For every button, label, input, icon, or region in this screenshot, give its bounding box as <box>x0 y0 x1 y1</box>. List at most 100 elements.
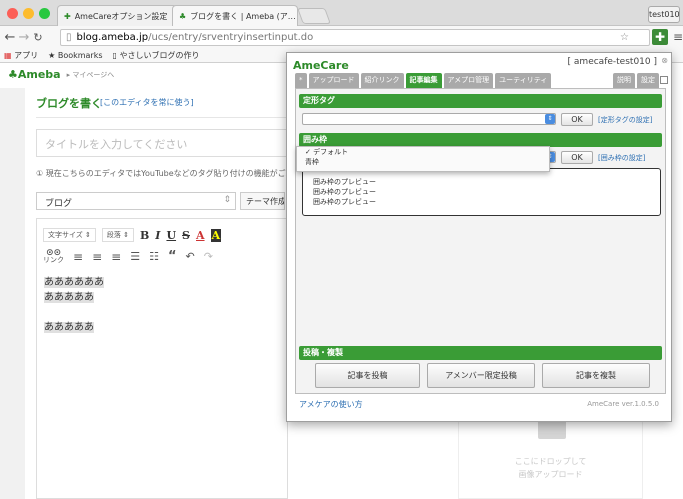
star-icon[interactable]: ☆ <box>620 32 629 43</box>
highlight-icon[interactable]: A <box>210 228 222 242</box>
tab-help[interactable]: 説明 <box>613 73 635 88</box>
reload-icon[interactable]: ↻ <box>31 31 45 44</box>
align-right-icon[interactable]: ≡ <box>111 250 121 264</box>
tab-label: AmeCareオプション設定 <box>74 11 168 21</box>
drop-zone-label: ここにドロップして 画像アップロード <box>514 457 587 479</box>
amecare-popup: AmeCare [ amecafe-test010 ] ⊗ * アップロード 紹… <box>286 52 672 422</box>
popup-tabs: * アップロード 紹介リンク 記事編集 アメプロ管理 ユーティリティ <box>295 73 552 88</box>
underline-icon[interactable]: U <box>166 229 176 242</box>
url-host: blog.ameba.jp <box>76 32 149 43</box>
profile-button[interactable]: test010 <box>648 6 680 23</box>
create-theme-button[interactable]: テーマ作成 <box>240 192 285 210</box>
article-edit-panel: 定形タグ ⇕ OK [定形タグの設定] 囲み枠 ⇕ OK [囲み枠の設定] 囲み… <box>295 88 666 394</box>
tab-star[interactable]: * <box>295 73 307 88</box>
close-window-button[interactable] <box>7 8 18 19</box>
amember-post-button[interactable]: アメンバー限定投稿 <box>427 363 535 388</box>
frame-ok-button[interactable]: OK <box>561 151 593 164</box>
popup-right-tabs: 説明 設定 <box>613 73 659 88</box>
undo-icon[interactable]: ↶ <box>185 250 194 263</box>
tab-label: ブログを書く | Ameba (ア… <box>190 11 296 21</box>
text-color-icon[interactable]: A <box>196 229 205 242</box>
body-line: あああああ <box>44 292 94 303</box>
redo-icon[interactable]: ↷ <box>204 250 213 263</box>
star-icon: ★ <box>48 50 56 60</box>
frame-preview: 囲み枠のプレビュー 囲み枠のプレビュー 囲み枠のプレビュー <box>302 168 661 216</box>
post-article-button[interactable]: 記事を投稿 <box>315 363 420 388</box>
zoom-window-button[interactable] <box>39 8 50 19</box>
section-header-frame: 囲み枠 <box>299 133 662 147</box>
chevron-updown-icon: ⇕ <box>545 114 555 124</box>
bookmark-apps[interactable]: ▦ アプリ <box>4 50 38 61</box>
url-path: /ucs/entry/srventryinsertinput.do <box>148 32 314 43</box>
tab-settings[interactable]: 設定 <box>637 73 659 88</box>
popup-user: [ amecafe-test010 ] <box>567 57 657 67</box>
quote-icon[interactable]: “ <box>168 249 177 264</box>
title-input[interactable]: タイトルを入力してください <box>36 129 288 157</box>
bookmark-easy-blog[interactable]: ▯ やさしいブログの作り <box>113 50 200 61</box>
version-label: AmeCare ver.1.0.5.0 <box>587 400 659 408</box>
bold-icon[interactable]: B <box>140 229 149 242</box>
template-settings-link[interactable]: [定形タグの設定] <box>598 115 652 125</box>
bullet-list-icon[interactable]: ☰ <box>130 250 140 263</box>
pin-checkbox[interactable] <box>660 76 668 84</box>
page-icon: ▯ <box>66 32 72 43</box>
ameba-logo-icon: ♣ <box>8 68 18 81</box>
tab-upload[interactable]: アップロード <box>308 73 359 88</box>
section-header-template: 定形タグ <box>299 94 662 108</box>
bookmark-bookmarks[interactable]: ★ Bookmarks <box>48 51 102 60</box>
chevron-updown-icon: ⇕ <box>223 195 231 205</box>
ameba-header: ♣Ameba ▸ マイページへ <box>8 68 114 81</box>
align-center-icon[interactable]: ≡ <box>92 250 102 264</box>
new-tab-button[interactable] <box>297 8 331 24</box>
align-left-icon[interactable]: ≡ <box>73 250 83 264</box>
ameba-logo[interactable]: ♣Ameba <box>8 68 61 81</box>
body-line <box>44 305 104 320</box>
duplicate-article-button[interactable]: 記事を複製 <box>542 363 650 388</box>
tab-blog-write[interactable]: ♣ ブログを書く | Ameba (ア… × <box>172 5 298 26</box>
paragraph-select[interactable]: 段落 ⇕ <box>101 228 134 242</box>
editor-body-text[interactable]: ああああああ あああああ あああああ <box>44 275 104 335</box>
editor-toolbar-row-2: ⊙⊙ リンク ≡ ≡ ≡ ☰ ☷ “ ↶ ↷ <box>43 248 213 264</box>
page-title: ブログを書く <box>36 97 102 110</box>
dropdown-option-default[interactable]: ✓ デフォルト <box>297 147 549 157</box>
back-arrow-icon[interactable]: ← <box>3 30 17 45</box>
page-left-gutter <box>0 88 25 499</box>
tab-amepro-manage[interactable]: アメプロ管理 <box>443 73 494 88</box>
always-use-editor-link[interactable]: [このエディタを常に使う] <box>100 97 194 108</box>
link-button[interactable]: ⊙⊙ リンク <box>43 248 64 264</box>
body-line: ああああああ <box>44 277 104 288</box>
tab-amecare-options[interactable]: ✚ AmeCareオプション設定 × <box>57 5 177 26</box>
divider <box>36 117 286 118</box>
apps-grid-icon: ▦ <box>4 50 12 60</box>
body-line: あああああ <box>44 322 94 333</box>
section-header-post: 投稿・複製 <box>299 346 662 360</box>
minimize-window-button[interactable] <box>23 8 34 19</box>
menu-icon[interactable]: ≡ <box>673 30 683 44</box>
help-link[interactable]: アメケアの使い方 <box>299 399 363 410</box>
amecare-favicon-icon: ✚ <box>64 11 71 21</box>
ameba-favicon-icon: ♣ <box>179 11 187 21</box>
dropdown-option-blue-frame[interactable]: 青枠 <box>297 157 549 167</box>
popup-title: AmeCare <box>293 59 349 72</box>
font-size-select[interactable]: 文字サイズ ⇕ <box>43 228 96 242</box>
editor-notice: ① 現在こちらのエディタではYouTubeなどのタグ貼り付けの機能がご利 <box>36 169 294 178</box>
close-icon[interactable]: ⊗ <box>661 56 668 65</box>
tab-article-edit[interactable]: 記事編集 <box>405 73 442 88</box>
numbered-list-icon[interactable]: ☷ <box>149 250 159 263</box>
tab-intro-link[interactable]: 紹介リンク <box>360 73 404 88</box>
italic-icon[interactable]: I <box>155 229 160 242</box>
editor-toolbar-row-1: 文字サイズ ⇕ 段落 ⇕ B I U S A A <box>43 228 222 242</box>
editor-area[interactable]: 文字サイズ ⇕ 段落 ⇕ B I U S A A ⊙⊙ リンク ≡ ≡ ≡ ☰ ☷… <box>36 218 288 499</box>
strikethrough-icon[interactable]: S <box>182 229 190 242</box>
amecare-extension-icon[interactable]: ✚ <box>652 29 668 45</box>
address-bar[interactable]: ▯ blog.ameba.jp/ucs/entry/srventryinsert… <box>60 29 650 46</box>
frame-settings-link[interactable]: [囲み枠の設定] <box>598 153 645 163</box>
forward-arrow-icon[interactable]: → <box>17 30 31 45</box>
template-tag-select[interactable]: ⇕ <box>302 113 556 125</box>
mypage-link[interactable]: ▸ マイページへ <box>67 70 115 80</box>
tab-utility[interactable]: ユーティリティ <box>495 73 552 88</box>
page-icon: ▯ <box>112 50 117 60</box>
category-select[interactable]: ブログ ⇕ <box>36 192 236 210</box>
template-ok-button[interactable]: OK <box>561 113 593 126</box>
frame-dropdown-menu: ✓ デフォルト 青枠 <box>296 146 550 172</box>
